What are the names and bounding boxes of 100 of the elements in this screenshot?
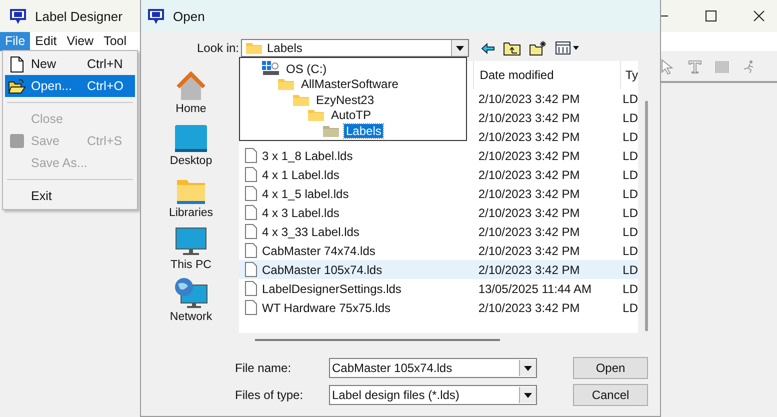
file-type: LD xyxy=(622,262,638,276)
file-date: 2/10/2023 3:42 PM xyxy=(477,92,581,106)
folder-icon xyxy=(277,77,295,92)
file-icon xyxy=(245,300,257,315)
file-name: CabMaster 105x74.lds xyxy=(262,262,382,276)
maximize-icon[interactable] xyxy=(705,10,717,22)
menu-item[interactable]: File xyxy=(0,32,30,51)
menu-item[interactable]: View xyxy=(62,32,99,51)
file-type: LD xyxy=(622,244,638,258)
file-name: CabMaster 74x74.lds xyxy=(262,244,376,258)
file-date: 2/10/2023 3:42 PM xyxy=(477,168,581,182)
folder-item[interactable]: OS (C:) xyxy=(284,62,329,76)
file-type-label: Files of type: xyxy=(234,388,304,402)
back-arrow-icon[interactable] xyxy=(481,42,495,54)
file-row[interactable]: 3 x 1_8 Label.lds 2/10/2023 3:42 PM LD xyxy=(239,146,638,165)
file-icon xyxy=(245,167,257,182)
file-date: 2/10/2023 3:42 PM xyxy=(477,262,581,276)
places-item[interactable]: Libraries xyxy=(168,171,214,219)
file-row[interactable]: 4 x 3 Label.lds 2/10/2023 3:42 PM LD xyxy=(239,203,638,222)
places-item[interactable]: This PC xyxy=(170,223,212,271)
file-type: LD xyxy=(622,186,638,200)
file-icon xyxy=(245,224,257,239)
file-row[interactable]: 4 x 1_5 label.lds 2/10/2023 3:42 PM LD xyxy=(239,184,638,203)
folder-icon xyxy=(245,41,263,55)
file-type: LD xyxy=(622,300,638,314)
scrollbar-thumb[interactable] xyxy=(255,339,500,341)
menu-item[interactable]: Exit xyxy=(5,185,135,207)
file-icon xyxy=(245,243,257,258)
selected-file-row[interactable]: CabMaster 105x74.lds 2/10/2023 3:42 PM LD xyxy=(239,260,638,279)
file-name: 4 x 1_5 label.lds xyxy=(262,186,349,200)
folder-item[interactable]: EzyNest23 xyxy=(314,92,376,107)
file-type: LD xyxy=(622,130,638,144)
new-folder-icon[interactable] xyxy=(529,40,547,56)
look-in-label: Look in: xyxy=(196,41,240,55)
places-item[interactable]: Home xyxy=(176,67,206,115)
look-in-dropdown[interactable]: Labels xyxy=(241,39,469,57)
file-date: 2/10/2023 3:42 PM xyxy=(477,244,581,258)
file-type: LD xyxy=(622,282,638,296)
file-icon xyxy=(245,148,257,163)
file-date: 2/10/2023 3:42 PM xyxy=(477,130,581,144)
text-tool-icon[interactable] xyxy=(688,60,702,74)
window-title: Label Designer xyxy=(35,8,122,24)
app-logo-icon xyxy=(9,7,27,25)
file-name-field[interactable]: CabMaster 105x74.lds xyxy=(329,358,537,378)
menu-item[interactable]: New Ctrl+N xyxy=(5,53,135,75)
file-name: 4 x 3 Label.lds xyxy=(262,206,340,220)
file-name: LabelDesignerSettings.lds xyxy=(262,282,402,296)
network-globe-icon xyxy=(174,277,208,309)
file-date: 2/10/2023 3:42 PM xyxy=(477,206,581,220)
monitor-icon xyxy=(175,125,207,153)
scrollbar-thumb[interactable] xyxy=(645,101,648,331)
folder-item[interactable]: Labels xyxy=(344,124,384,138)
dropdown-arrow-icon xyxy=(456,46,464,50)
file-date: 2/10/2023 3:42 PM xyxy=(477,224,581,238)
file-row[interactable]: WT Hardware 75x75.lds 2/10/2023 3:42 PM LD xyxy=(239,298,638,317)
file-type: LD xyxy=(622,148,638,162)
column-header[interactable]: Date modified xyxy=(472,61,620,89)
file-row[interactable]: 4 x 1 Label.lds 2/10/2023 3:42 PM LD xyxy=(239,165,638,184)
file-icon xyxy=(245,186,257,201)
drive-icon xyxy=(262,61,280,76)
menu-item[interactable]: Edit xyxy=(30,32,62,51)
close-icon[interactable] xyxy=(753,10,765,22)
file-icon xyxy=(245,281,257,296)
open-button[interactable]: Open xyxy=(573,357,648,379)
folder-item[interactable]: AutoTP xyxy=(329,108,374,122)
folder-icon xyxy=(8,78,26,94)
folder-icon xyxy=(322,124,340,138)
dialog-title: Open xyxy=(173,8,205,24)
file-row[interactable]: LabelDesignerSettings.lds 13/05/2025 11:44 AM LD xyxy=(239,279,638,298)
folder-icon xyxy=(292,92,310,107)
cancel-button[interactable]: Cancel xyxy=(573,384,648,406)
app-logo-icon xyxy=(147,7,165,25)
file-date: 2/10/2023 3:42 PM xyxy=(477,186,581,200)
places-item[interactable]: Network xyxy=(170,275,212,323)
file-date: 2/10/2023 3:42 PM xyxy=(477,300,581,314)
file-name-label: File name: xyxy=(234,361,292,375)
menu-item[interactable]: Open... Ctrl+O xyxy=(5,75,135,97)
dropdown-arrow-icon xyxy=(524,392,532,398)
folder-item[interactable]: AllMasterSoftware xyxy=(299,77,400,92)
file-type-dropdown[interactable]: Label design files (*.lds) xyxy=(329,385,537,405)
file-name: 4 x 1 Label.lds xyxy=(262,168,340,182)
file-row[interactable]: CabMaster 74x74.lds 2/10/2023 3:42 PM LD xyxy=(239,241,638,260)
folder-icon xyxy=(176,177,206,205)
menu-item[interactable]: Tool xyxy=(98,32,132,51)
file-name: WT Hardware 75x75.lds xyxy=(262,300,390,314)
up-folder-icon[interactable] xyxy=(503,40,521,56)
computer-icon xyxy=(175,227,207,257)
file-date: 2/10/2023 3:42 PM xyxy=(477,148,581,162)
view-menu-icon[interactable] xyxy=(555,41,579,55)
column-header[interactable]: Ty xyxy=(620,61,638,89)
places-item[interactable]: Desktop xyxy=(170,119,212,167)
file-type: LD xyxy=(622,168,638,182)
file-icon xyxy=(245,262,257,277)
page-icon xyxy=(10,56,24,72)
dropdown-arrow-icon xyxy=(524,366,532,370)
file-row[interactable]: 4 x 3_33 Label.lds 2/10/2023 3:42 PM LD xyxy=(239,222,638,241)
file-name: 3 x 1_8 Label.lds xyxy=(262,148,353,162)
file-type: LD xyxy=(622,206,638,220)
pointer-icon[interactable] xyxy=(661,59,675,75)
file-type: LD xyxy=(622,92,638,106)
